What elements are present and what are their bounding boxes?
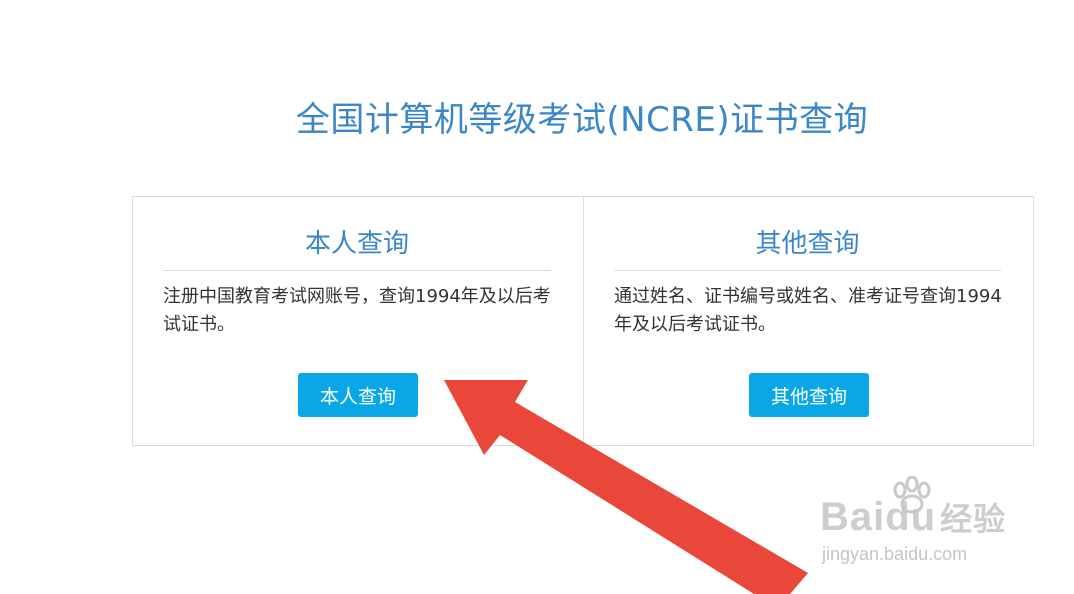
baidu-jingyan-watermark: Baidu 经验 jingyan.baidu.com (820, 476, 1030, 578)
watermark-brand: Baidu 经验 (820, 494, 1006, 540)
watermark-brand-cn: 经验 (940, 501, 1007, 537)
watermark-url: jingyan.baidu.com (822, 544, 968, 564)
watermark-brand-en: Baidu (820, 495, 937, 539)
